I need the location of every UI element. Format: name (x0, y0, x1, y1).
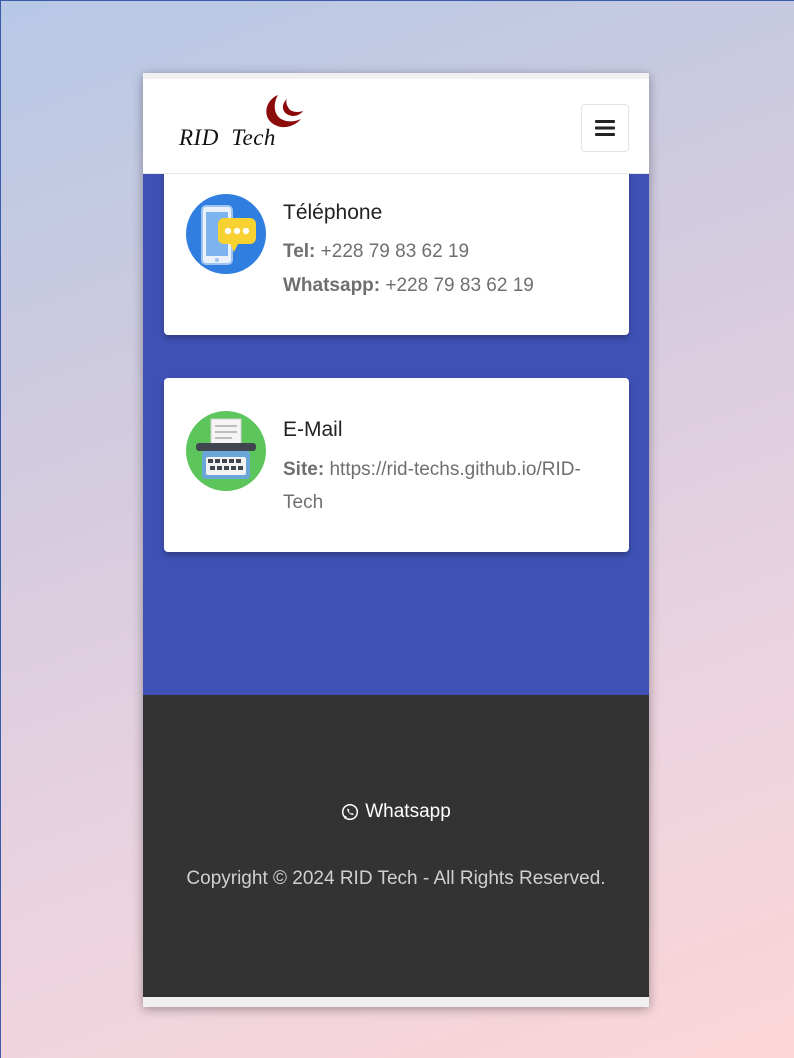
tel-line: Tel: +228 79 83 62 19 (283, 235, 613, 268)
contact-section: Téléphone Tel: +228 79 83 62 19 Whatsapp… (143, 153, 649, 695)
whatsapp-label: Whatsapp: (283, 275, 381, 296)
navbar: RID Tech (143, 79, 649, 174)
tel-value[interactable]: +228 79 83 62 19 (321, 241, 469, 262)
whatsapp-icon (342, 803, 359, 821)
site-value-line2[interactable]: Tech (283, 492, 323, 513)
menu-toggle-button[interactable] (581, 104, 629, 152)
site-line-2: Tech (283, 486, 613, 519)
viewport-bottom-edge (143, 997, 649, 1007)
email-card: E-Mail Site: https://rid-techs.github.io… (164, 378, 629, 552)
site-value-line1[interactable]: https://rid-techs.github.io/RID- (329, 459, 580, 480)
brand-logo-text: RID Tech (179, 125, 276, 150)
phone-chat-icon (186, 194, 266, 274)
brand-logo[interactable]: RID Tech (177, 93, 307, 153)
phone-card: Téléphone Tel: +228 79 83 62 19 Whatsapp… (164, 153, 629, 335)
typewriter-icon (186, 411, 266, 491)
footer-whatsapp-link[interactable]: Whatsapp (143, 801, 649, 823)
hamburger-menu-icon (595, 120, 615, 136)
whatsapp-line: Whatsapp: +228 79 83 62 19 (283, 269, 613, 302)
footer: Whatsapp Copyright © 2024 RID Tech - All… (143, 695, 649, 997)
site-label: Site: (283, 459, 325, 480)
whatsapp-value[interactable]: +228 79 83 62 19 (385, 275, 533, 296)
footer-whatsapp-label: Whatsapp (365, 801, 451, 822)
site-line: Site: https://rid-techs.github.io/RID- (283, 453, 613, 486)
copyright-text: Copyright © 2024 RID Tech - All Rights R… (186, 868, 606, 889)
phone-card-title: Téléphone (283, 201, 383, 224)
tel-label: Tel: (283, 241, 316, 262)
email-card-title: E-Mail (283, 418, 343, 441)
mobile-viewport: RID Tech Téléphone Tel: +228 79 83 62 19… (143, 73, 649, 1007)
